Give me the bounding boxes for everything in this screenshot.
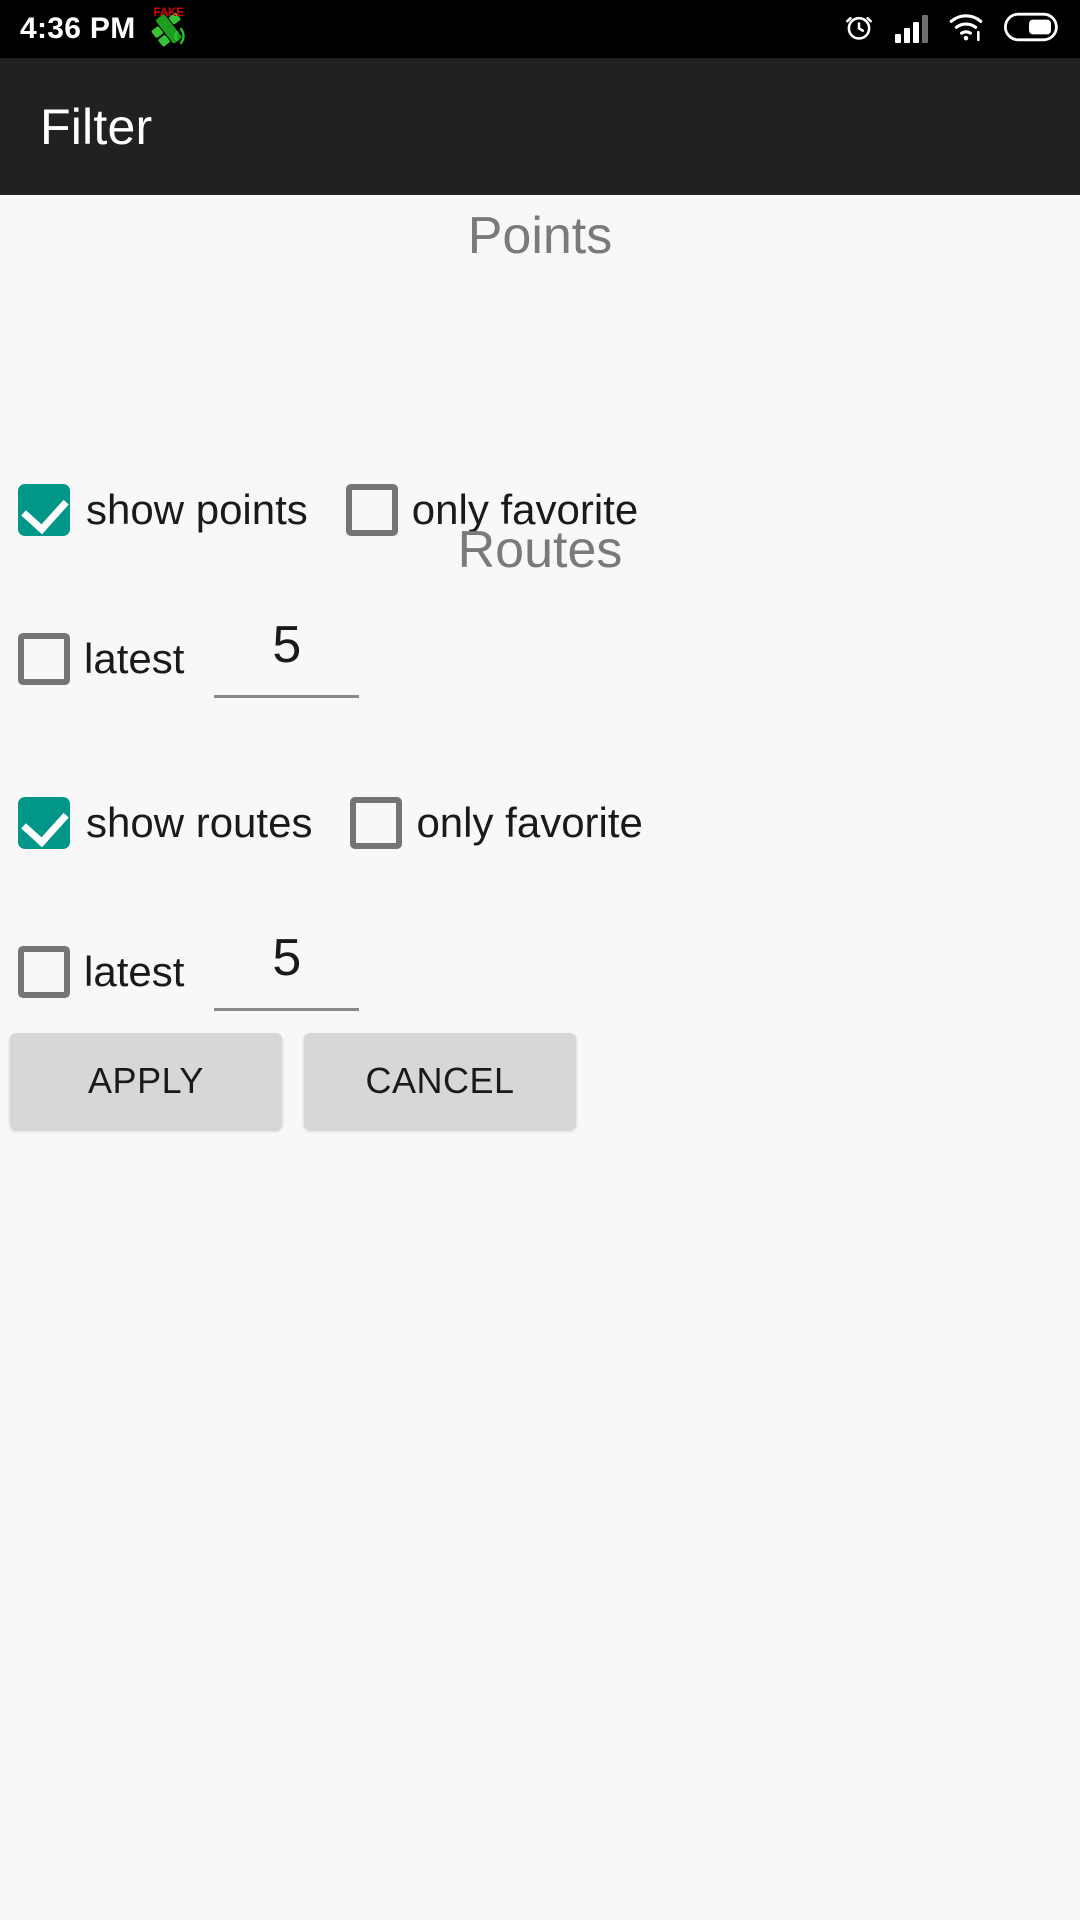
label-routes-only-favorite[interactable]: only favorite [416,802,642,844]
fake-gps-icon: FAKE [149,5,189,50]
routes-latest-count-value: 5 [272,929,302,987]
filter-form: Points show points only favorite latest … [0,195,1080,1920]
alarm-icon [843,11,875,48]
battery-icon [1003,12,1058,47]
page-title: Filter [40,98,153,155]
label-points-latest[interactable]: latest [84,637,184,680]
status-bar: 4:36 PM FAKE [0,0,1080,58]
routes-visibility-row: show routes only favorite [18,797,643,849]
routes-latest-row: latest 5 [18,929,360,1011]
label-routes-latest[interactable]: latest [84,950,184,993]
checkbox-show-routes[interactable] [18,797,70,849]
section-header-routes: Routes [457,521,623,579]
section-header-points: Points [467,207,613,265]
routes-latest-underline [214,1008,360,1011]
apply-button[interactable]: APPLY [10,1033,282,1129]
cancel-button[interactable]: CANCEL [304,1033,576,1129]
points-latest-row: latest 5 [18,616,360,698]
signal-icon [895,15,928,43]
points-latest-underline [214,695,360,698]
label-show-routes[interactable]: show routes [86,802,312,844]
status-bar-clock: 4:36 PM [20,12,136,45]
input-points-latest-count[interactable]: 5 [214,616,360,698]
status-bar-left: 4:36 PM FAKE [20,5,189,50]
points-latest-count-value: 5 [272,616,302,674]
app-bar: Filter [0,58,1080,195]
wifi-icon [948,12,984,47]
checkbox-points-latest[interactable] [18,632,70,685]
action-button-row: APPLY CANCEL [10,1033,576,1129]
fake-gps-label: FAKE [153,5,184,19]
checkbox-routes-only-favorite[interactable] [350,797,403,849]
input-routes-latest-count[interactable]: 5 [214,929,360,1011]
checkbox-routes-latest[interactable] [18,945,70,998]
status-bar-right [843,11,1058,48]
